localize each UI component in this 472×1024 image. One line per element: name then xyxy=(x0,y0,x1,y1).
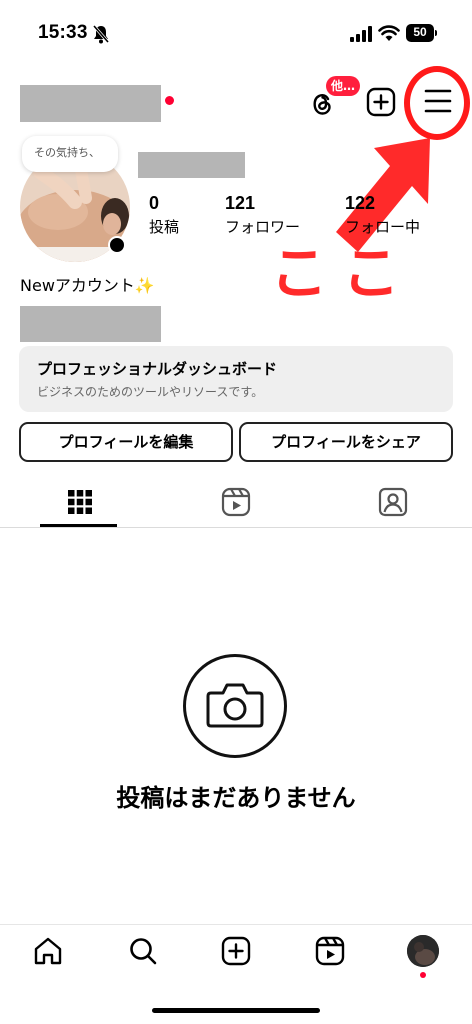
battery-icon: 50 xyxy=(406,24,437,42)
username-redacted[interactable] xyxy=(20,85,161,122)
profile-avatar[interactable] xyxy=(407,935,439,967)
bio-redacted xyxy=(20,306,161,342)
search-icon[interactable] xyxy=(127,935,159,967)
share-profile-button[interactable]: プロフィールをシェア xyxy=(239,422,453,462)
edit-profile-button[interactable]: プロフィールを編集 xyxy=(19,422,233,462)
stat-followers[interactable]: 121 フォロワー xyxy=(225,193,300,237)
stat-label: フォロワー xyxy=(225,218,301,236)
stat-posts[interactable]: 0 投稿 xyxy=(149,193,179,237)
nav-avatar-image xyxy=(407,935,439,967)
threads-notification-badge: 他… xyxy=(326,76,361,96)
home-indicator xyxy=(152,1008,320,1013)
display-name-redacted xyxy=(138,152,245,178)
profile-bio: Newアカウント✨ xyxy=(20,276,155,295)
home-icon[interactable] xyxy=(32,935,64,967)
annotation-text: ここ xyxy=(270,239,415,307)
annotation-highlight-circle xyxy=(404,66,470,140)
stat-label: フォロー中 xyxy=(345,218,421,236)
stat-label: 投稿 xyxy=(149,218,180,236)
create-icon[interactable] xyxy=(366,87,396,117)
professional-dashboard[interactable]: プロフェッショナルダッシュボード ビジネスのためのツールやリソースです。 xyxy=(19,346,453,412)
stat-count: 122 xyxy=(345,193,376,213)
create-icon[interactable] xyxy=(220,935,252,967)
reels-icon[interactable] xyxy=(314,935,346,967)
account-notification-dot xyxy=(165,96,174,105)
dashboard-subtitle: ビジネスのためのツールやリソースです。 xyxy=(37,385,264,399)
add-story-icon[interactable] xyxy=(108,236,126,254)
bell-off-icon xyxy=(92,25,110,44)
stat-following[interactable]: 122 フォロー中 xyxy=(345,193,420,237)
stat-count: 0 xyxy=(149,193,160,213)
tagged-icon[interactable] xyxy=(373,482,413,522)
signal-icon xyxy=(350,26,372,42)
stat-count: 121 xyxy=(225,193,256,213)
battery-level: 50 xyxy=(413,25,427,39)
profile-note[interactable]: その気持ち、 xyxy=(22,136,118,172)
status-time: 15:33 xyxy=(38,22,88,43)
dashboard-title: プロフェッショナルダッシュボード xyxy=(37,360,278,378)
wifi-icon xyxy=(378,25,400,41)
camera-icon xyxy=(206,683,264,728)
reels-icon[interactable] xyxy=(216,482,256,522)
grid-icon[interactable] xyxy=(60,482,100,522)
tab-divider xyxy=(0,527,472,528)
profile-notification-dot xyxy=(420,972,426,978)
status-bar: 15:33 50 xyxy=(0,0,472,70)
empty-state-text: 投稿はまだありません xyxy=(116,784,356,812)
